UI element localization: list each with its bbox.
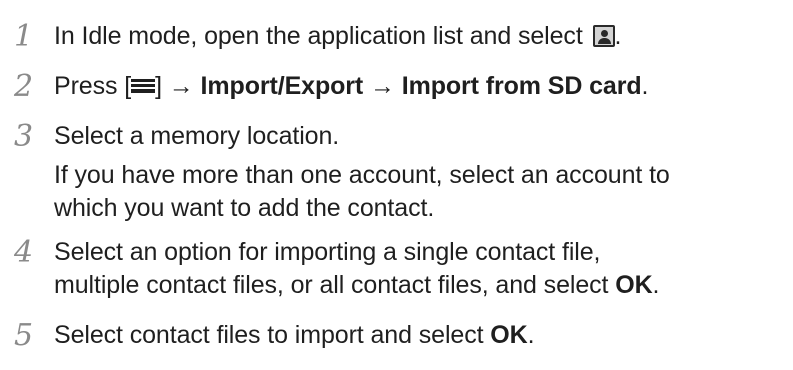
menu-key-icon: [131, 79, 156, 93]
step-text: Select contact files to import and selec…: [54, 321, 535, 349]
menu-path-import-sd: Import from SD card: [401, 72, 642, 100]
step-text-line-3: which you want to add the contact.: [54, 194, 435, 222]
step-text-line-2: If you have more than one account, selec…: [54, 161, 670, 189]
step-text-line-1: Select an option for importing a single …: [54, 238, 601, 266]
menu-path-import-export: Import/Export: [200, 72, 364, 100]
step-number: 1: [14, 19, 33, 54]
step-2: 2 Press [] → Import/Export → Import from…: [0, 70, 793, 103]
contacts-app-icon: [592, 25, 615, 47]
step-5: 5 Select contact files to import and sel…: [0, 319, 793, 352]
step-text: In Idle mode, open the application list …: [54, 22, 622, 50]
step-4: 4 Select an option for importing a singl…: [0, 236, 793, 302]
step-number: 5: [14, 318, 33, 353]
step-number: 2: [14, 69, 33, 104]
step-number: 3: [14, 119, 33, 154]
step-1: 1 In Idle mode, open the application lis…: [0, 20, 793, 53]
step-number: 4: [14, 235, 33, 270]
step-text-line-2: multiple contact files, or all contact f…: [54, 271, 660, 299]
step-3: 3 Select a memory location. If you have …: [0, 120, 793, 225]
step-text: Press [] → Import/Export → Import from S…: [54, 72, 649, 100]
step-text-line-1: Select a memory location.: [54, 122, 340, 150]
